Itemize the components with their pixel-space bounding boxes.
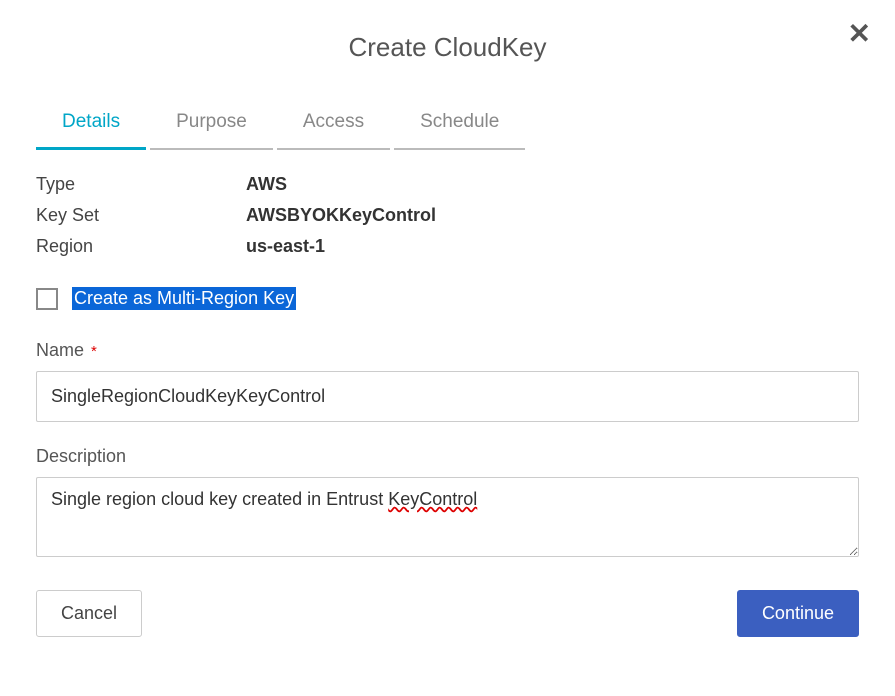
dialog-title: Create CloudKey xyxy=(36,32,859,63)
name-label: Name * xyxy=(36,340,859,361)
multiregion-label: Create as Multi-Region Key xyxy=(72,287,296,310)
description-input[interactable] xyxy=(36,477,859,557)
multiregion-row: Create as Multi-Region Key xyxy=(36,287,859,310)
tab-access[interactable]: Access xyxy=(277,103,390,150)
name-input[interactable] xyxy=(36,371,859,422)
description-wrap: Single region cloud key created in Entru… xyxy=(36,477,859,590)
region-label: Region xyxy=(36,236,246,257)
create-cloudkey-dialog: ✕ Create CloudKey Details Purpose Access… xyxy=(0,0,895,696)
tab-bar: Details Purpose Access Schedule xyxy=(36,103,859,150)
continue-button[interactable]: Continue xyxy=(737,590,859,637)
button-row: Cancel Continue xyxy=(36,590,859,637)
cancel-button[interactable]: Cancel xyxy=(36,590,142,637)
keyset-value: AWSBYOKKeyControl xyxy=(246,205,859,226)
keyset-label: Key Set xyxy=(36,205,246,226)
multiregion-checkbox[interactable] xyxy=(36,288,58,310)
name-label-text: Name xyxy=(36,340,84,360)
region-value: us-east-1 xyxy=(246,236,859,257)
required-star-icon: * xyxy=(91,343,97,360)
type-value: AWS xyxy=(246,174,859,195)
tab-details[interactable]: Details xyxy=(36,103,146,150)
details-grid: Type AWS Key Set AWSBYOKKeyControl Regio… xyxy=(36,174,859,257)
type-label: Type xyxy=(36,174,246,195)
description-label: Description xyxy=(36,446,859,467)
tab-schedule[interactable]: Schedule xyxy=(394,103,525,150)
tab-purpose[interactable]: Purpose xyxy=(150,103,273,150)
close-icon[interactable]: ✕ xyxy=(844,16,875,52)
